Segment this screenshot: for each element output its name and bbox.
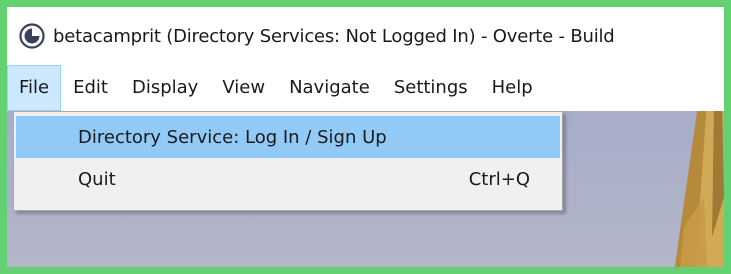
menu-item-directory-login[interactable]: Directory Service: Log In / Sign Up — [16, 116, 560, 158]
menu-file[interactable]: File — [7, 65, 62, 111]
menu-settings[interactable]: Settings — [382, 65, 480, 111]
menu-display[interactable]: Display — [120, 65, 210, 111]
menu-edit[interactable]: Edit — [61, 65, 120, 111]
file-dropdown-menu: Directory Service: Log In / Sign Up Quit… — [13, 111, 563, 211]
menu-item-label: Quit — [78, 168, 116, 190]
window-title: betacamprit (Directory Services: Not Log… — [53, 25, 615, 47]
menu-item-shortcut: Ctrl+Q — [468, 168, 530, 190]
menu-help[interactable]: Help — [480, 65, 545, 111]
menu-bar: File Edit Display View Navigate Settings… — [7, 65, 724, 111]
menu-item-quit[interactable]: Quit Ctrl+Q — [16, 158, 560, 200]
window-titlebar[interactable]: betacamprit (Directory Services: Not Log… — [7, 7, 724, 65]
menu-item-label: Directory Service: Log In / Sign Up — [78, 126, 387, 148]
menu-navigate[interactable]: Navigate — [277, 65, 382, 111]
screenshot-frame: betacamprit (Directory Services: Not Log… — [0, 0, 731, 274]
menu-view[interactable]: View — [210, 65, 277, 111]
overte-logo-icon — [19, 23, 45, 49]
